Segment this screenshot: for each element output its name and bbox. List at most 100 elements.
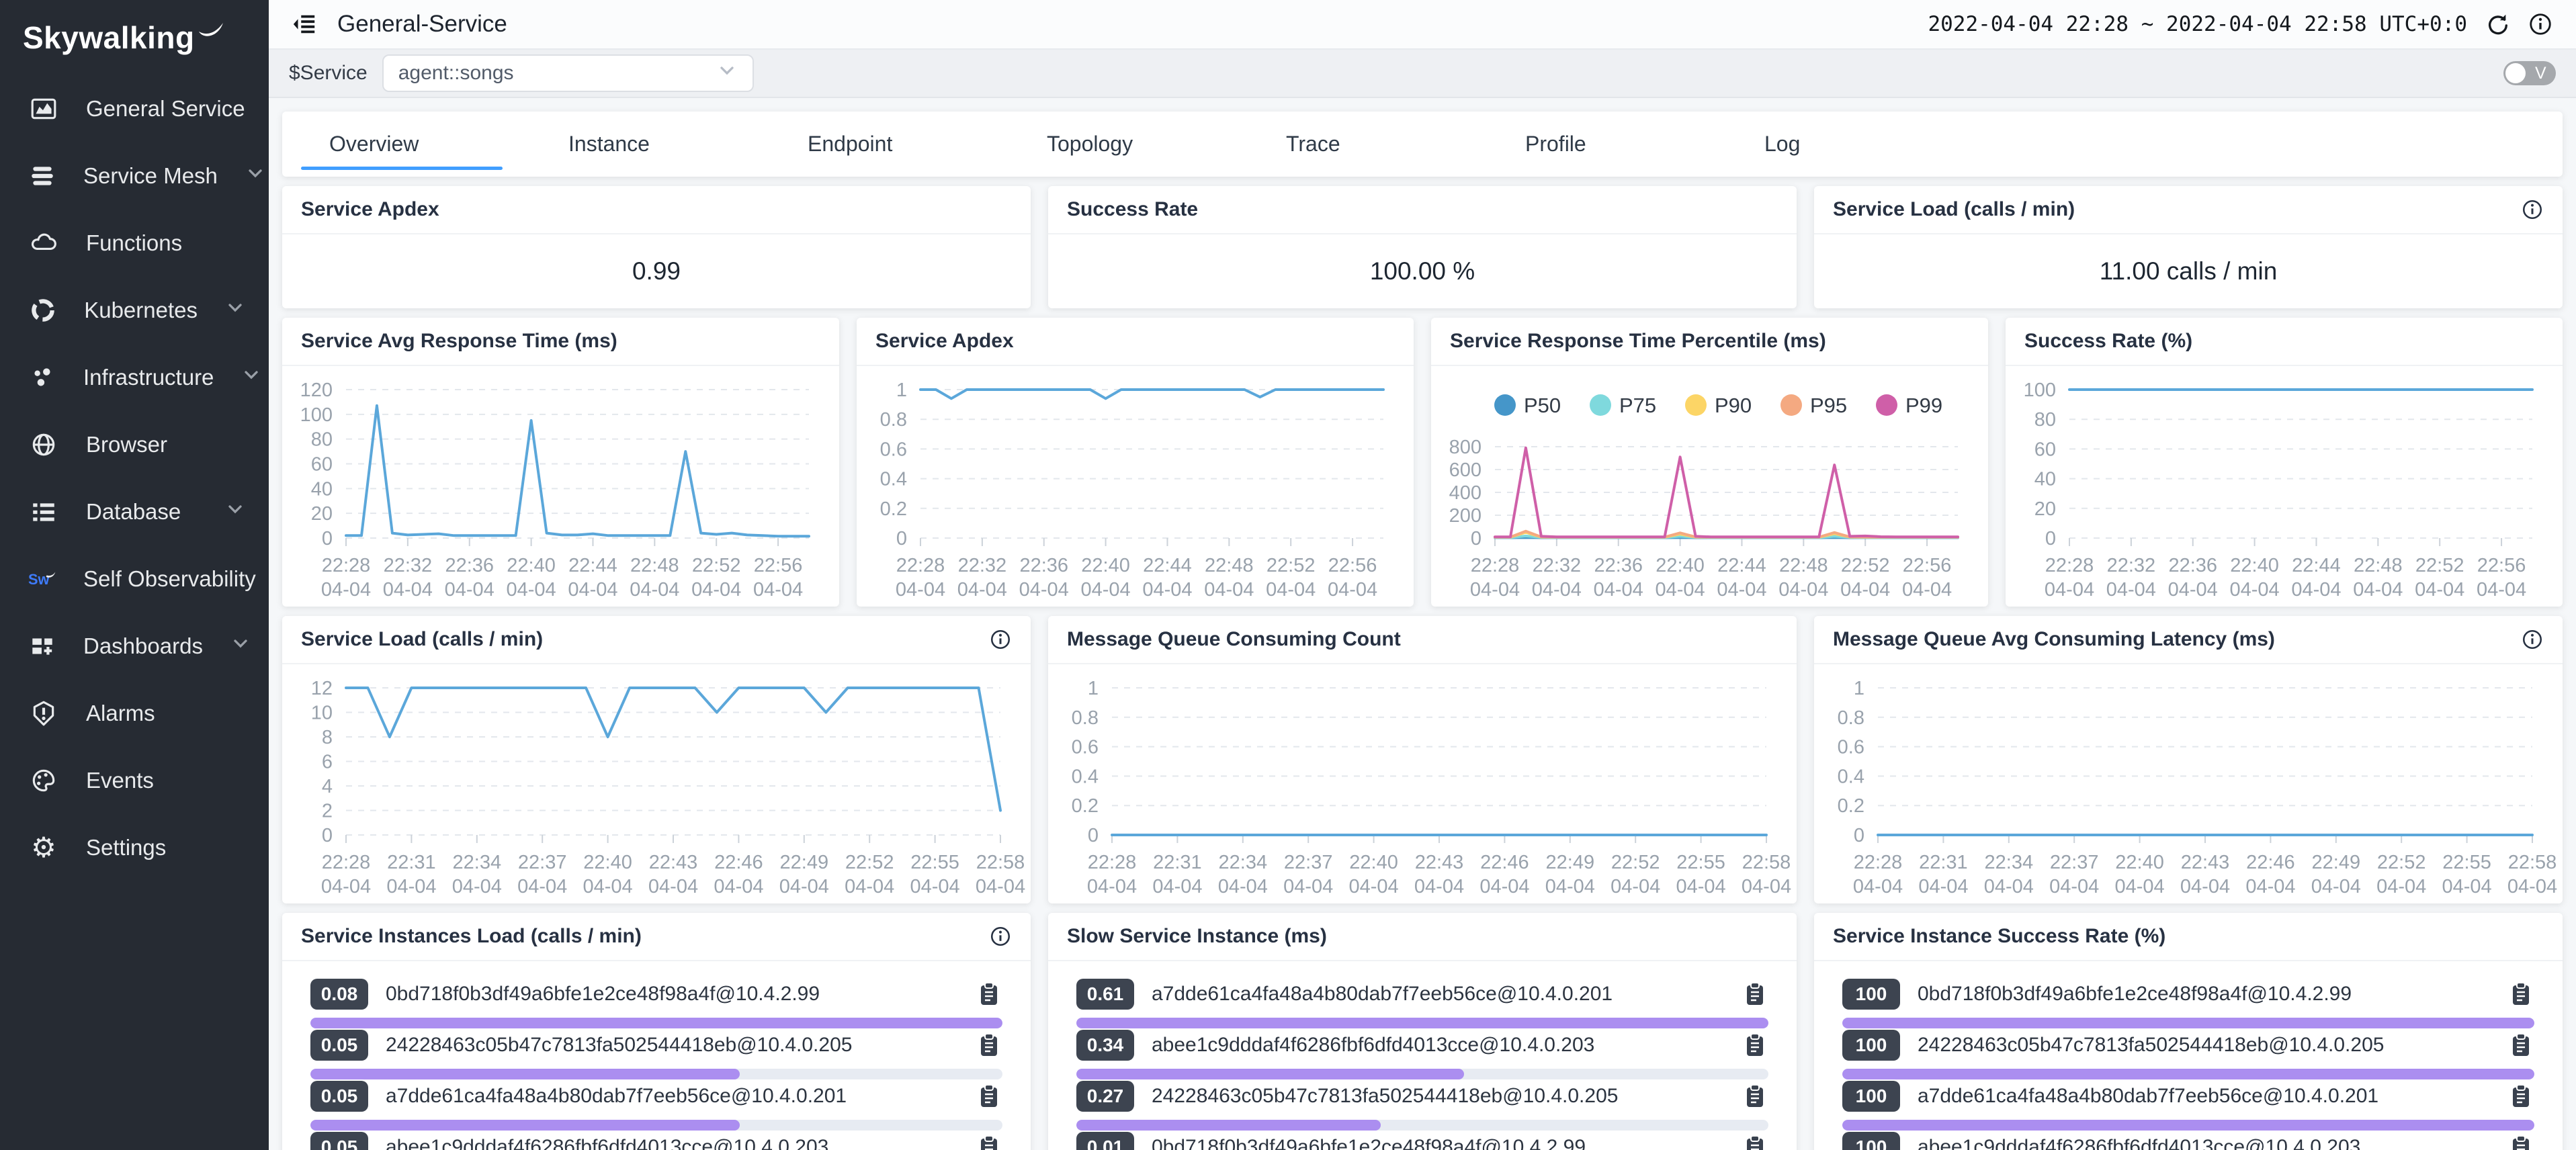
sidebar-item-database[interactable]: Database xyxy=(0,478,269,545)
clipboard-icon[interactable] xyxy=(1742,1032,1768,1059)
instance-name[interactable]: abee1c9dddaf4f6286fbf6dfd4013cce@10.4.0.… xyxy=(1918,1136,2490,1150)
apdex-chart[interactable]: 00.20.40.60.8122:2804-0422:3204-0422:360… xyxy=(857,366,1414,605)
instance-name[interactable]: 24228463c05b47c7813fa502544418eb@10.4.0.… xyxy=(1918,1034,2490,1057)
instance-name[interactable]: 0bd718f0b3df49a6bfe1e2ce48f98a4f@10.4.2.… xyxy=(1918,983,2490,1006)
clipboard-icon[interactable] xyxy=(1742,1134,1768,1150)
svg-text:04-04: 04-04 xyxy=(1470,579,1520,601)
time-range[interactable]: 2022-04-04 22:28 ~ 2022-04-04 22:58 UTC+… xyxy=(1928,12,2467,36)
sidebar-item-kubernetes[interactable]: Kubernetes xyxy=(0,277,269,344)
svg-text:04-04: 04-04 xyxy=(2049,876,2099,897)
clipboard-icon[interactable] xyxy=(2507,981,2534,1008)
info-icon[interactable] xyxy=(989,628,1012,651)
svg-text:22:55: 22:55 xyxy=(910,852,959,873)
sidebar-item-general-service[interactable]: General Service xyxy=(0,75,269,142)
svg-text:04-04: 04-04 xyxy=(1328,579,1377,601)
instance-name[interactable]: a7dde61ca4fa48a4b80dab7f7eeb56ce@10.4.0.… xyxy=(1152,983,1724,1006)
svg-text:04-04: 04-04 xyxy=(583,876,633,897)
clipboard-icon[interactable] xyxy=(2507,1083,2534,1110)
refresh-icon[interactable] xyxy=(2485,11,2510,37)
metric-card-service-load-calls-min-: Service Load (calls / min) 11.00 calls /… xyxy=(1814,186,2563,308)
clipboard-icon[interactable] xyxy=(1742,1083,1768,1110)
info-icon[interactable] xyxy=(2528,11,2553,37)
svg-text:04-04: 04-04 xyxy=(1902,579,1952,601)
card-title: Service Apdex xyxy=(875,330,1014,353)
list-item: 0.61 a7dde61ca4fa48a4b80dab7f7eeb56ce@10… xyxy=(1076,979,1768,1028)
clipboard-icon[interactable] xyxy=(1742,981,1768,1008)
progress-track xyxy=(310,1069,1002,1079)
instance-name[interactable]: 0bd718f0b3df49a6bfe1e2ce48f98a4f@10.4.2.… xyxy=(386,983,958,1006)
instance-name[interactable]: abee1c9dddaf4f6286fbf6dfd4013cce@10.4.0.… xyxy=(386,1136,958,1150)
tab-topology[interactable]: Topology xyxy=(1015,112,1254,177)
svg-text:22:28: 22:28 xyxy=(1854,852,1903,873)
clipboard-icon[interactable] xyxy=(976,1083,1002,1110)
tab-endpoint[interactable]: Endpoint xyxy=(775,112,1015,177)
service-select[interactable]: agent::songs xyxy=(382,54,754,92)
svg-text:04-04: 04-04 xyxy=(1778,579,1828,601)
svg-text:P90: P90 xyxy=(1715,394,1752,417)
svg-text:0.6: 0.6 xyxy=(1838,737,1864,758)
clipboard-icon[interactable] xyxy=(2507,1032,2534,1059)
tab-instance[interactable]: Instance xyxy=(536,112,775,177)
svg-text:04-04: 04-04 xyxy=(957,579,1007,601)
chart-card-message-queue-consuming-count: Message Queue Consuming Count 00.20.40.6… xyxy=(1048,616,1797,903)
instance-name[interactable]: a7dde61ca4fa48a4b80dab7f7eeb56ce@10.4.0.… xyxy=(386,1085,958,1108)
instance-name[interactable]: 0bd718f0b3df49a6bfe1e2ce48f98a4f@10.4.2.… xyxy=(1152,1136,1724,1150)
svg-text:04-04: 04-04 xyxy=(383,579,433,601)
clipboard-icon[interactable] xyxy=(976,981,1002,1008)
instance-name[interactable]: a7dde61ca4fa48a4b80dab7f7eeb56ce@10.4.0.… xyxy=(1918,1085,2490,1108)
card-title: Success Rate (%) xyxy=(2024,330,2192,353)
tab-profile[interactable]: Profile xyxy=(1493,112,1732,177)
svg-text:0: 0 xyxy=(1088,825,1099,846)
sidebar-item-service-mesh[interactable]: Service Mesh xyxy=(0,142,269,210)
svg-text:22:32: 22:32 xyxy=(2107,555,2156,576)
svg-text:0.2: 0.2 xyxy=(880,498,907,520)
svg-text:22:34: 22:34 xyxy=(1985,852,2034,873)
mq_latency-chart[interactable]: 00.20.40.60.8122:2804-0422:3104-0422:340… xyxy=(1814,664,2563,902)
success_rate-chart[interactable]: 02040608010022:2804-0422:3204-0422:3604-… xyxy=(2006,366,2563,605)
card-title: Service Response Time Percentile (ms) xyxy=(1450,330,1826,353)
info-icon[interactable] xyxy=(2521,628,2544,651)
tab-log[interactable]: Log xyxy=(1732,112,1971,177)
instance-name[interactable]: 24228463c05b47c7813fa502544418eb@10.4.0.… xyxy=(386,1034,958,1057)
clipboard-icon[interactable] xyxy=(976,1134,1002,1150)
svg-text:04-04: 04-04 xyxy=(2230,579,2280,601)
sidebar-item-settings[interactable]: ⚙ Settings xyxy=(0,814,269,881)
value-badge: 0.27 xyxy=(1076,1081,1134,1112)
svg-text:22:37: 22:37 xyxy=(1284,852,1333,873)
info-icon[interactable] xyxy=(2521,198,2544,221)
percentile-chart[interactable]: 020040060080022:2804-0422:3204-0422:3604… xyxy=(1431,366,1988,605)
list-card-slow-service-instance-ms-: Slow Service Instance (ms) 0.61 a7dde61c… xyxy=(1048,913,1797,1150)
sidebar-item-events[interactable]: Events xyxy=(0,747,269,814)
instance-name[interactable]: 24228463c05b47c7813fa502544418eb@10.4.0.… xyxy=(1152,1085,1724,1108)
list-item: 100 24228463c05b47c7813fa502544418eb@10.… xyxy=(1842,1030,2534,1079)
list-card-service-instance-success-rate-: Service Instance Success Rate (%) 100 0b… xyxy=(1814,913,2563,1150)
chevron-down-icon xyxy=(716,60,738,87)
tab-trace[interactable]: Trace xyxy=(1254,112,1493,177)
version-toggle[interactable]: V xyxy=(2503,61,2556,85)
sidebar-item-browser[interactable]: Browser xyxy=(0,411,269,478)
svg-text:22:52: 22:52 xyxy=(845,852,894,873)
svg-text:04-04: 04-04 xyxy=(1840,579,1890,601)
avg_resp-chart[interactable]: 02040608010012022:2804-0422:3204-0422:36… xyxy=(282,366,839,605)
sidebar-item-infrastructure[interactable]: Infrastructure xyxy=(0,344,269,411)
sidebar-item-functions[interactable]: Functions xyxy=(0,210,269,277)
service_load-chart[interactable]: 02468101222:2804-0422:3104-0422:3404-042… xyxy=(282,664,1031,902)
list-item: 0.34 abee1c9dddaf4f6286fbf6dfd4013cce@10… xyxy=(1076,1030,1768,1079)
svg-text:22:56: 22:56 xyxy=(2477,555,2526,576)
sidebar-collapse-icon[interactable] xyxy=(292,11,317,37)
instance-name[interactable]: abee1c9dddaf4f6286fbf6dfd4013cce@10.4.0.… xyxy=(1152,1034,1724,1057)
svg-text:22:44: 22:44 xyxy=(2292,555,2341,576)
clipboard-icon[interactable] xyxy=(976,1032,1002,1059)
info-icon[interactable] xyxy=(989,925,1012,948)
svg-text:6: 6 xyxy=(322,752,333,773)
mq_count-chart[interactable]: 00.20.40.60.8122:2804-0422:3104-0422:340… xyxy=(1048,664,1797,902)
svg-text:04-04: 04-04 xyxy=(507,579,556,601)
list-item: 0.08 0bd718f0b3df49a6bfe1e2ce48f98a4f@10… xyxy=(310,979,1002,1028)
clipboard-icon[interactable] xyxy=(2507,1134,2534,1150)
sidebar-item-self-observability[interactable]: Sw Self Observability xyxy=(0,545,269,613)
svg-text:04-04: 04-04 xyxy=(2415,579,2464,601)
service-label: $Service xyxy=(289,62,368,85)
sidebar-item-dashboards[interactable]: Dashboards xyxy=(0,613,269,680)
tab-overview[interactable]: Overview xyxy=(297,112,536,177)
sidebar-item-alarms[interactable]: Alarms xyxy=(0,680,269,747)
